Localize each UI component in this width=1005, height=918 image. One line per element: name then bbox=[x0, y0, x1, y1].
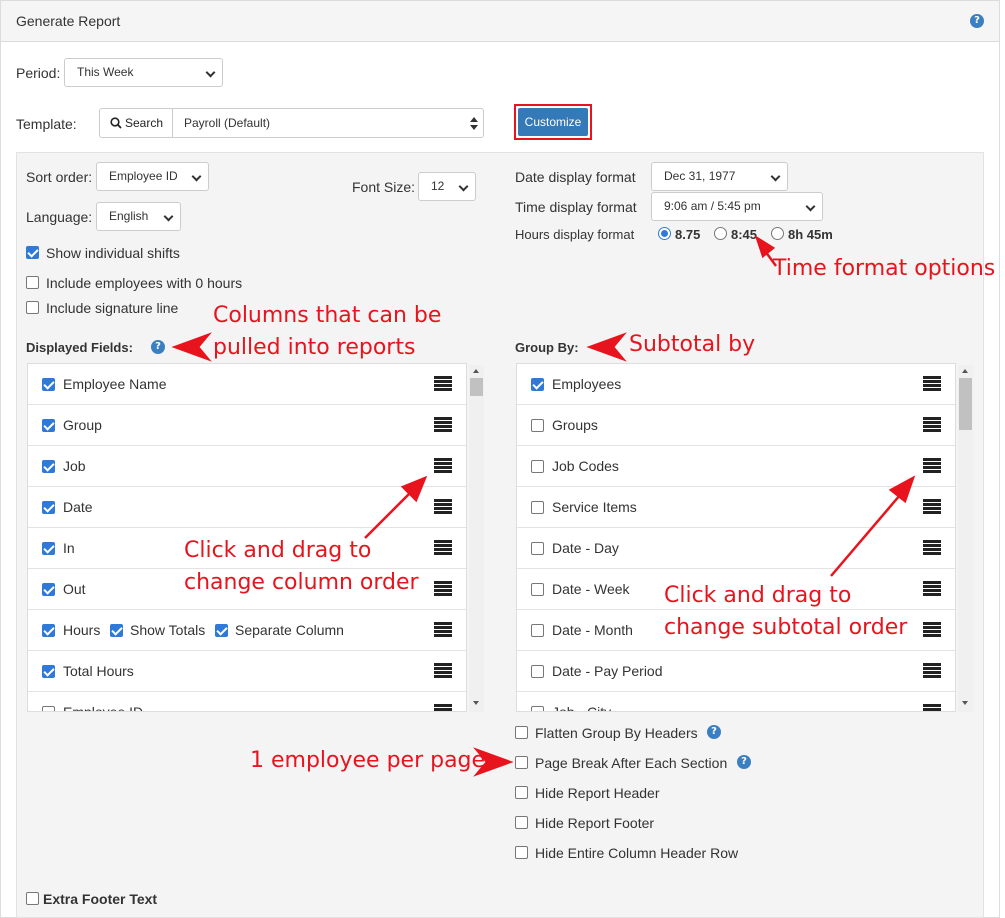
annotation-drag-column-line2: change column order bbox=[184, 570, 419, 595]
annotation-one-per-page: 1 employee per page bbox=[250, 748, 486, 773]
annotation-subtotal: Subtotal by bbox=[629, 332, 756, 357]
annotation-columns-line2: pulled into reports bbox=[213, 335, 416, 360]
annotation-drag-subtotal-line2: change subtotal order bbox=[664, 615, 908, 640]
arrow-subtotal-drag bbox=[888, 475, 916, 504]
annotation-drag-subtotal-line1: Click and drag to bbox=[664, 583, 852, 608]
annotation-columns-line1: Columns that can be bbox=[213, 303, 442, 328]
arrow-group-by bbox=[586, 332, 627, 362]
annotation-arrows bbox=[171, 235, 916, 777]
arrow-time-format bbox=[754, 235, 776, 259]
annotation-drag-column-line1: Click and drag to bbox=[184, 538, 372, 563]
annotation-time-format: Time format options bbox=[773, 256, 996, 281]
arrow-displayed-fields bbox=[171, 332, 212, 362]
